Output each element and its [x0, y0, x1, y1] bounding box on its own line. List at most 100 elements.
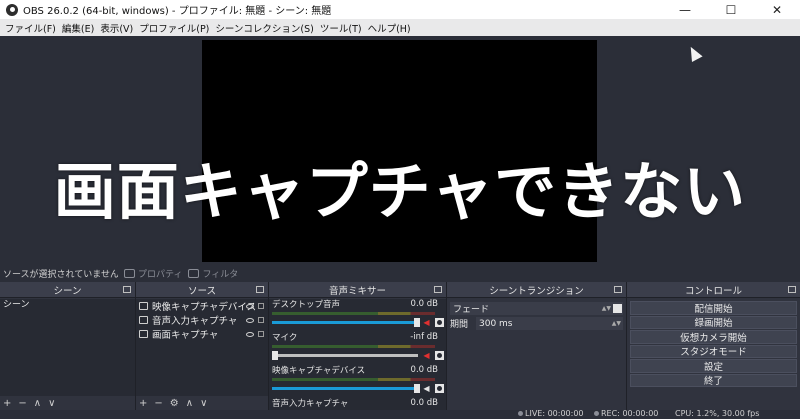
- source-item-audio-input[interactable]: 音声入力キャプチャ: [136, 313, 268, 327]
- menu-profile[interactable]: プロファイル(P): [136, 21, 212, 35]
- properties-button[interactable]: プロパティ: [124, 267, 182, 280]
- filters-button[interactable]: フィルタ: [188, 267, 238, 280]
- undock-icon[interactable]: [614, 286, 622, 293]
- undock-icon[interactable]: [123, 286, 131, 293]
- start-streaming-button[interactable]: 配信開始: [630, 301, 797, 315]
- volume-slider[interactable]: [272, 318, 420, 327]
- rec-status: REC: 00:00:00: [594, 409, 658, 418]
- source-label: 画面キャプチャ: [152, 330, 219, 341]
- filter-icon: [188, 268, 200, 278]
- menu-edit[interactable]: 編集(E): [59, 21, 97, 35]
- add-scene-button[interactable]: +: [3, 398, 11, 409]
- undock-icon[interactable]: [256, 286, 264, 293]
- audio-mixer-title: 音声ミキサー: [328, 285, 386, 297]
- menu-tools[interactable]: ツール(T): [317, 21, 365, 35]
- obs-logo-icon: [6, 3, 18, 16]
- title-bar: OBS 26.0.2 (64-bit, windows) - プロファイル: 無…: [0, 0, 800, 19]
- remove-source-button[interactable]: −: [154, 398, 162, 409]
- mixer-tracks: デスクトップ音声 0.0 dB ◀ マイク -inf dB ◀ 映像キャプチャデ…: [269, 299, 446, 410]
- move-source-up-button[interactable]: ∧: [186, 398, 193, 409]
- muted-speaker-icon[interactable]: ◀: [422, 318, 431, 327]
- volume-slider[interactable]: [272, 351, 418, 360]
- transition-duration-row: 期間 300 ms ▲▼: [450, 317, 623, 330]
- duration-label: 期間: [450, 320, 469, 330]
- properties-label: プロパティ: [138, 269, 183, 280]
- menu-file[interactable]: ファイル(F): [2, 21, 59, 35]
- maximize-button[interactable]: ☐: [708, 0, 754, 19]
- track-db: 0.0 dB: [410, 398, 438, 408]
- mouse-cursor-icon: [685, 44, 703, 62]
- gear-icon: [124, 268, 135, 278]
- remove-scene-button[interactable]: −: [18, 398, 26, 409]
- scenes-list: シーン: [0, 299, 135, 396]
- chevron-updown-icon: ▲▼: [601, 305, 611, 312]
- add-source-button[interactable]: +: [139, 398, 147, 409]
- rec-indicator-icon: [594, 411, 599, 416]
- transition-selected: フェード: [453, 305, 490, 315]
- exit-button[interactable]: 終了: [630, 373, 797, 387]
- live-indicator-icon: [518, 411, 523, 416]
- menu-bar: ファイル(F) 編集(E) 表示(V) プロファイル(P) シーンコレクション(…: [0, 19, 800, 36]
- microphone-icon: [139, 316, 148, 324]
- live-time: LIVE: 00:00:00: [525, 409, 584, 418]
- menu-view[interactable]: 表示(V): [97, 21, 136, 35]
- spinner-icon[interactable]: ▲▼: [612, 320, 621, 327]
- volume-meter: [272, 345, 435, 348]
- undock-icon[interactable]: [434, 286, 442, 293]
- sources-toolbar: + − ⚙ ∧ ∨: [136, 396, 268, 410]
- studio-mode-button[interactable]: スタジオモード: [630, 344, 797, 358]
- lock-icon[interactable]: [258, 331, 264, 337]
- gear-icon[interactable]: [435, 384, 444, 393]
- sources-dock: ソース 映像キャプチャデバイス 音声入力キャプチャ 画面キャプチャ + − ⚙ …: [135, 282, 268, 410]
- controls-body: 配信開始 録画開始 仮想カメラ開始 スタジオモード 設定 終了: [627, 299, 800, 410]
- move-source-down-button[interactable]: ∨: [200, 398, 207, 409]
- track-db: -inf dB: [410, 332, 438, 342]
- speaker-icon[interactable]: ◀: [422, 384, 431, 393]
- lock-icon[interactable]: [258, 303, 264, 309]
- minimize-button[interactable]: —: [662, 0, 708, 19]
- controls-dock: コントロール 配信開始 録画開始 仮想カメラ開始 スタジオモード 設定 終了: [626, 282, 800, 410]
- scenes-dock-title: シーン: [53, 285, 82, 297]
- source-item-video-capture[interactable]: 映像キャプチャデバイス: [136, 299, 268, 313]
- duration-input[interactable]: 300 ms ▲▼: [476, 317, 623, 330]
- gear-icon[interactable]: [613, 304, 622, 313]
- close-button[interactable]: ✕: [754, 0, 800, 19]
- scenes-toolbar: + − ∧ ∨: [0, 396, 135, 410]
- source-label: 音声入力キャプチャ: [152, 316, 238, 327]
- start-virtual-camera-button[interactable]: 仮想カメラ開始: [630, 330, 797, 344]
- eye-icon[interactable]: [246, 331, 254, 337]
- overlay-caption: 画面キャプチャできない: [53, 155, 747, 228]
- transition-select[interactable]: フェード ▲▼: [450, 302, 623, 315]
- preview-area: 画面キャプチャできない: [0, 36, 800, 264]
- gear-icon[interactable]: [435, 318, 444, 327]
- source-item-display-capture[interactable]: 画面キャプチャ: [136, 327, 268, 341]
- menu-scene-collection[interactable]: シーンコレクション(S): [212, 21, 316, 35]
- camera-icon: [139, 302, 148, 310]
- volume-meter: [272, 312, 435, 315]
- volume-slider[interactable]: [272, 384, 420, 393]
- move-scene-up-button[interactable]: ∧: [34, 398, 41, 409]
- volume-meter: [272, 378, 435, 381]
- settings-button[interactable]: 設定: [630, 359, 797, 373]
- slider-handle[interactable]: [414, 318, 420, 327]
- move-scene-down-button[interactable]: ∨: [48, 398, 55, 409]
- filters-label: フィルタ: [202, 269, 239, 280]
- scene-item[interactable]: シーン: [0, 299, 135, 312]
- undock-icon[interactable]: [788, 286, 796, 293]
- mixer-track-mic: マイク -inf dB ◀: [269, 332, 446, 365]
- start-recording-button[interactable]: 録画開始: [630, 315, 797, 329]
- menu-help[interactable]: ヘルプ(H): [365, 21, 414, 35]
- source-settings-button[interactable]: ⚙: [170, 398, 179, 409]
- track-db: 0.0 dB: [410, 365, 438, 375]
- eye-icon[interactable]: [246, 317, 254, 323]
- cpu-status: CPU: 1.2%, 30.00 fps: [675, 409, 760, 418]
- scene-transitions-title: シーントランジション: [489, 285, 584, 297]
- muted-speaker-icon[interactable]: ◀: [422, 351, 431, 360]
- gear-icon[interactable]: [435, 351, 444, 360]
- eye-icon[interactable]: [246, 303, 254, 309]
- slider-handle[interactable]: [272, 351, 278, 360]
- sources-list: 映像キャプチャデバイス 音声入力キャプチャ 画面キャプチャ: [136, 299, 268, 396]
- slider-handle[interactable]: [414, 384, 420, 393]
- lock-icon[interactable]: [258, 317, 264, 323]
- scenes-dock: シーン シーン + − ∧ ∨: [0, 282, 135, 410]
